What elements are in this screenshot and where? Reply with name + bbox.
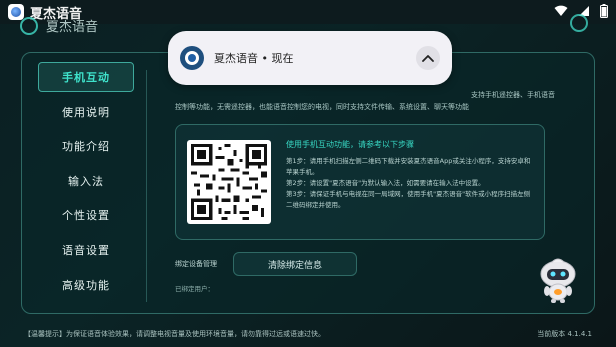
sidebar-item-voice-settings[interactable]: 语音设置	[38, 235, 134, 265]
sidebar-item-personal-settings[interactable]: 个性设置	[38, 200, 134, 230]
intro-text: 支持手机遥控器、手机语音 控制等功能，无需遥控器，也能语音控制您的电视，同时支持…	[175, 89, 555, 113]
header-app-name: 夏杰语音	[46, 20, 99, 35]
sidebar-item-advanced[interactable]: 高级功能	[38, 270, 134, 300]
notification-app-icon	[180, 46, 204, 70]
chevron-up-icon[interactable]	[416, 46, 440, 70]
wifi-icon	[554, 5, 568, 16]
sidebar: 手机互动 使用说明 功能介绍 输入法 个性设置 语音设置 高级功能	[38, 62, 134, 304]
notification-text: 夏杰语音 • 现在	[214, 52, 294, 65]
intro-line-1: 支持手机遥控器、手机语音	[471, 91, 555, 99]
clear-binding-button[interactable]: 清除绑定信息	[233, 252, 357, 276]
sidebar-item-input-method[interactable]: 输入法	[38, 166, 134, 196]
app-version: 当前版本 4.1.4.1	[537, 330, 592, 338]
sidebar-item-features[interactable]: 功能介绍	[38, 131, 134, 161]
footer-tip: 【温馨提示】为保证语音体验效果，请调整电视音量及使用环境音量，请勿靠得过远或语速…	[24, 330, 325, 338]
step-2: 第2步：请设置"夏杰语音"为默认输入法，如需要请在输入法中设置。	[286, 179, 485, 187]
mascot-robot-icon	[540, 258, 576, 303]
intro-line-2: 控制等功能，无需遥控器，也能语音控制您的电视，同时支持文件传输、系统设置、聊天等…	[175, 103, 469, 111]
device-manage-row: 绑定设备管理 清除绑定信息	[175, 252, 357, 276]
header-settings-icon[interactable]	[570, 14, 588, 32]
app-logo-icon	[20, 16, 38, 35]
step-3: 第3步：请保证手机与电视在同一局域网，使用手机"夏杰语音"软件或小程序扫描左侧二…	[286, 190, 531, 209]
bound-user-label: 已绑定用户：	[175, 285, 214, 293]
steps: 使用手机互动功能，请参考以下步骤 第1步：请用手机扫描左侧二维码下载并安装夏杰语…	[286, 139, 536, 211]
app-header: 夏杰语音	[20, 16, 98, 35]
battery-icon	[600, 4, 608, 18]
sidebar-item-instructions[interactable]: 使用说明	[38, 97, 134, 127]
sidebar-divider	[146, 70, 147, 302]
device-manage-label: 绑定设备管理	[175, 260, 217, 268]
qr-code	[187, 140, 271, 224]
sidebar-item-phone-interaction[interactable]: 手机互动	[38, 62, 134, 92]
steps-heading: 使用手机互动功能，请参考以下步骤	[286, 140, 414, 149]
qr-card: 使用手机互动功能，请参考以下步骤 第1步：请用手机扫描左侧二维码下载并安装夏杰语…	[175, 124, 545, 240]
step-1: 第1步：请用手机扫描左侧二维码下载并安装夏杰语音App或关注小程序，支持安卓和苹…	[286, 157, 531, 176]
notification-banner[interactable]: 夏杰语音 • 现在	[168, 31, 452, 85]
